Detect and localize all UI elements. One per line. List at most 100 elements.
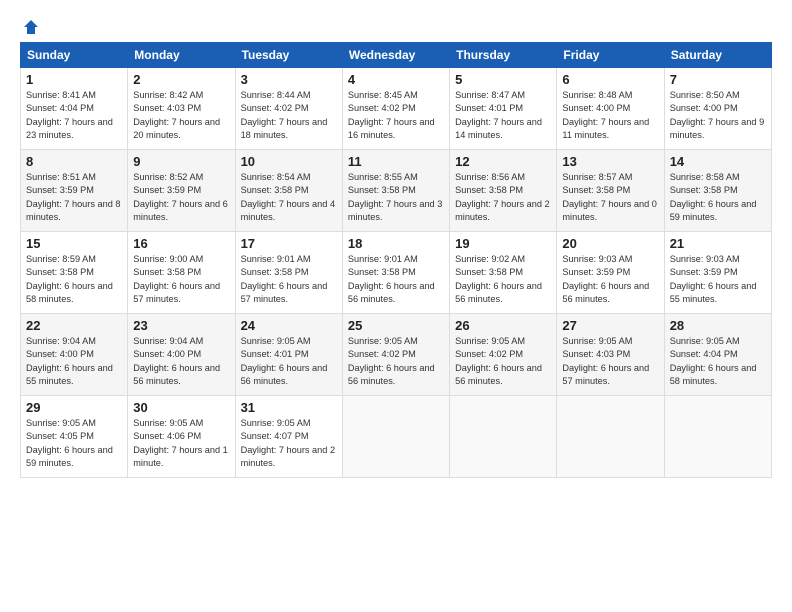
calendar-table: SundayMondayTuesdayWednesdayThursdayFrid…	[20, 42, 772, 478]
calendar-cell: 22 Sunrise: 9:04 AMSunset: 4:00 PMDayligh…	[21, 314, 128, 396]
calendar-cell: 29 Sunrise: 9:05 AMSunset: 4:05 PMDayligh…	[21, 396, 128, 478]
cell-info: Sunrise: 8:59 AMSunset: 3:58 PMDaylight:…	[26, 253, 122, 306]
weekday-header-tuesday: Tuesday	[235, 43, 342, 68]
day-number: 26	[455, 318, 551, 333]
cell-info: Sunrise: 8:52 AMSunset: 3:59 PMDaylight:…	[133, 171, 229, 224]
day-number: 1	[26, 72, 122, 87]
calendar-cell: 1 Sunrise: 8:41 AMSunset: 4:04 PMDaylight…	[21, 68, 128, 150]
cell-info: Sunrise: 8:41 AMSunset: 4:04 PMDaylight:…	[26, 89, 122, 142]
cell-info: Sunrise: 9:04 AMSunset: 4:00 PMDaylight:…	[133, 335, 229, 388]
calendar-cell: 12Sunrise: 8:56 AMSunset: 3:58 PMDayligh…	[450, 150, 557, 232]
cell-info: Sunrise: 8:45 AMSunset: 4:02 PMDaylight:…	[348, 89, 444, 142]
day-number: 7	[670, 72, 766, 87]
day-number: 22	[26, 318, 122, 333]
day-number: 31	[241, 400, 337, 415]
day-number: 16	[133, 236, 229, 251]
day-number: 14	[670, 154, 766, 169]
calendar-cell: 3 Sunrise: 8:44 AMSunset: 4:02 PMDaylight…	[235, 68, 342, 150]
day-number: 30	[133, 400, 229, 415]
calendar-cell: 23 Sunrise: 9:04 AMSunset: 4:00 PMDayligh…	[128, 314, 235, 396]
weekday-header-friday: Friday	[557, 43, 664, 68]
day-number: 24	[241, 318, 337, 333]
day-number: 5	[455, 72, 551, 87]
day-number: 8	[26, 154, 122, 169]
week-row-3: 15 Sunrise: 8:59 AMSunset: 3:58 PMDayligh…	[21, 232, 772, 314]
cell-info: Sunrise: 8:58 AMSunset: 3:58 PMDaylight:…	[670, 171, 766, 224]
calendar-cell: 13 Sunrise: 8:57 AMSunset: 3:58 PMDayligh…	[557, 150, 664, 232]
day-number: 13	[562, 154, 658, 169]
calendar-cell	[342, 396, 449, 478]
calendar-cell: 8Sunrise: 8:51 AMSunset: 3:59 PMDaylight…	[21, 150, 128, 232]
calendar-cell: 7 Sunrise: 8:50 AMSunset: 4:00 PMDaylight…	[664, 68, 771, 150]
calendar-cell: 6Sunrise: 8:48 AMSunset: 4:00 PMDaylight…	[557, 68, 664, 150]
calendar-cell: 16Sunrise: 9:00 AMSunset: 3:58 PMDayligh…	[128, 232, 235, 314]
cell-info: Sunrise: 9:03 AMSunset: 3:59 PMDaylight:…	[670, 253, 766, 306]
calendar-cell	[664, 396, 771, 478]
calendar-cell: 26Sunrise: 9:05 AMSunset: 4:02 PMDayligh…	[450, 314, 557, 396]
calendar-cell	[450, 396, 557, 478]
day-number: 3	[241, 72, 337, 87]
logo	[20, 18, 40, 32]
calendar-cell: 30 Sunrise: 9:05 AMSunset: 4:06 PMDayligh…	[128, 396, 235, 478]
day-number: 27	[562, 318, 658, 333]
cell-info: Sunrise: 9:01 AMSunset: 3:58 PMDaylight:…	[348, 253, 444, 306]
cell-info: Sunrise: 9:05 AMSunset: 4:06 PMDaylight:…	[133, 417, 229, 470]
day-number: 21	[670, 236, 766, 251]
day-number: 18	[348, 236, 444, 251]
week-row-5: 29 Sunrise: 9:05 AMSunset: 4:05 PMDayligh…	[21, 396, 772, 478]
page-header	[20, 18, 772, 32]
cell-info: Sunrise: 9:04 AMSunset: 4:00 PMDaylight:…	[26, 335, 122, 388]
calendar-cell: 25 Sunrise: 9:05 AMSunset: 4:02 PMDayligh…	[342, 314, 449, 396]
calendar-cell: 9 Sunrise: 8:52 AMSunset: 3:59 PMDaylight…	[128, 150, 235, 232]
cell-info: Sunrise: 8:56 AMSunset: 3:58 PMDaylight:…	[455, 171, 551, 224]
day-number: 23	[133, 318, 229, 333]
weekday-header-wednesday: Wednesday	[342, 43, 449, 68]
cell-info: Sunrise: 9:05 AMSunset: 4:04 PMDaylight:…	[670, 335, 766, 388]
cell-info: Sunrise: 8:55 AMSunset: 3:58 PMDaylight:…	[348, 171, 444, 224]
day-number: 6	[562, 72, 658, 87]
week-row-1: 1 Sunrise: 8:41 AMSunset: 4:04 PMDaylight…	[21, 68, 772, 150]
day-number: 29	[26, 400, 122, 415]
calendar-cell: 21 Sunrise: 9:03 AMSunset: 3:59 PMDayligh…	[664, 232, 771, 314]
day-number: 28	[670, 318, 766, 333]
cell-info: Sunrise: 8:47 AMSunset: 4:01 PMDaylight:…	[455, 89, 551, 142]
day-number: 9	[133, 154, 229, 169]
day-number: 11	[348, 154, 444, 169]
calendar-cell: 27 Sunrise: 9:05 AMSunset: 4:03 PMDayligh…	[557, 314, 664, 396]
cell-info: Sunrise: 9:05 AMSunset: 4:05 PMDaylight:…	[26, 417, 122, 470]
logo-icon	[22, 18, 40, 36]
day-number: 25	[348, 318, 444, 333]
weekday-header-row: SundayMondayTuesdayWednesdayThursdayFrid…	[21, 43, 772, 68]
weekday-header-saturday: Saturday	[664, 43, 771, 68]
cell-info: Sunrise: 8:50 AMSunset: 4:00 PMDaylight:…	[670, 89, 766, 142]
calendar-cell: 15 Sunrise: 8:59 AMSunset: 3:58 PMDayligh…	[21, 232, 128, 314]
day-number: 2	[133, 72, 229, 87]
calendar-cell: 18 Sunrise: 9:01 AMSunset: 3:58 PMDayligh…	[342, 232, 449, 314]
weekday-header-thursday: Thursday	[450, 43, 557, 68]
cell-info: Sunrise: 9:01 AMSunset: 3:58 PMDaylight:…	[241, 253, 337, 306]
calendar-cell: 24 Sunrise: 9:05 AMSunset: 4:01 PMDayligh…	[235, 314, 342, 396]
calendar-cell: 20 Sunrise: 9:03 AMSunset: 3:59 PMDayligh…	[557, 232, 664, 314]
cell-info: Sunrise: 9:05 AMSunset: 4:07 PMDaylight:…	[241, 417, 337, 470]
calendar-cell	[557, 396, 664, 478]
cell-info: Sunrise: 9:05 AMSunset: 4:02 PMDaylight:…	[348, 335, 444, 388]
day-number: 20	[562, 236, 658, 251]
calendar-cell: 10Sunrise: 8:54 AMSunset: 3:58 PMDayligh…	[235, 150, 342, 232]
calendar-cell: 17Sunrise: 9:01 AMSunset: 3:58 PMDayligh…	[235, 232, 342, 314]
calendar-cell: 4 Sunrise: 8:45 AMSunset: 4:02 PMDaylight…	[342, 68, 449, 150]
day-number: 4	[348, 72, 444, 87]
day-number: 10	[241, 154, 337, 169]
cell-info: Sunrise: 9:03 AMSunset: 3:59 PMDaylight:…	[562, 253, 658, 306]
calendar-cell: 31 Sunrise: 9:05 AMSunset: 4:07 PMDayligh…	[235, 396, 342, 478]
day-number: 15	[26, 236, 122, 251]
cell-info: Sunrise: 8:57 AMSunset: 3:58 PMDaylight:…	[562, 171, 658, 224]
cell-info: Sunrise: 9:05 AMSunset: 4:01 PMDaylight:…	[241, 335, 337, 388]
calendar-cell: 5 Sunrise: 8:47 AMSunset: 4:01 PMDaylight…	[450, 68, 557, 150]
calendar-cell: 28 Sunrise: 9:05 AMSunset: 4:04 PMDayligh…	[664, 314, 771, 396]
cell-info: Sunrise: 8:44 AMSunset: 4:02 PMDaylight:…	[241, 89, 337, 142]
day-number: 19	[455, 236, 551, 251]
calendar-cell: 2Sunrise: 8:42 AMSunset: 4:03 PMDaylight…	[128, 68, 235, 150]
cell-info: Sunrise: 9:05 AMSunset: 4:03 PMDaylight:…	[562, 335, 658, 388]
week-row-2: 8Sunrise: 8:51 AMSunset: 3:59 PMDaylight…	[21, 150, 772, 232]
weekday-header-sunday: Sunday	[21, 43, 128, 68]
